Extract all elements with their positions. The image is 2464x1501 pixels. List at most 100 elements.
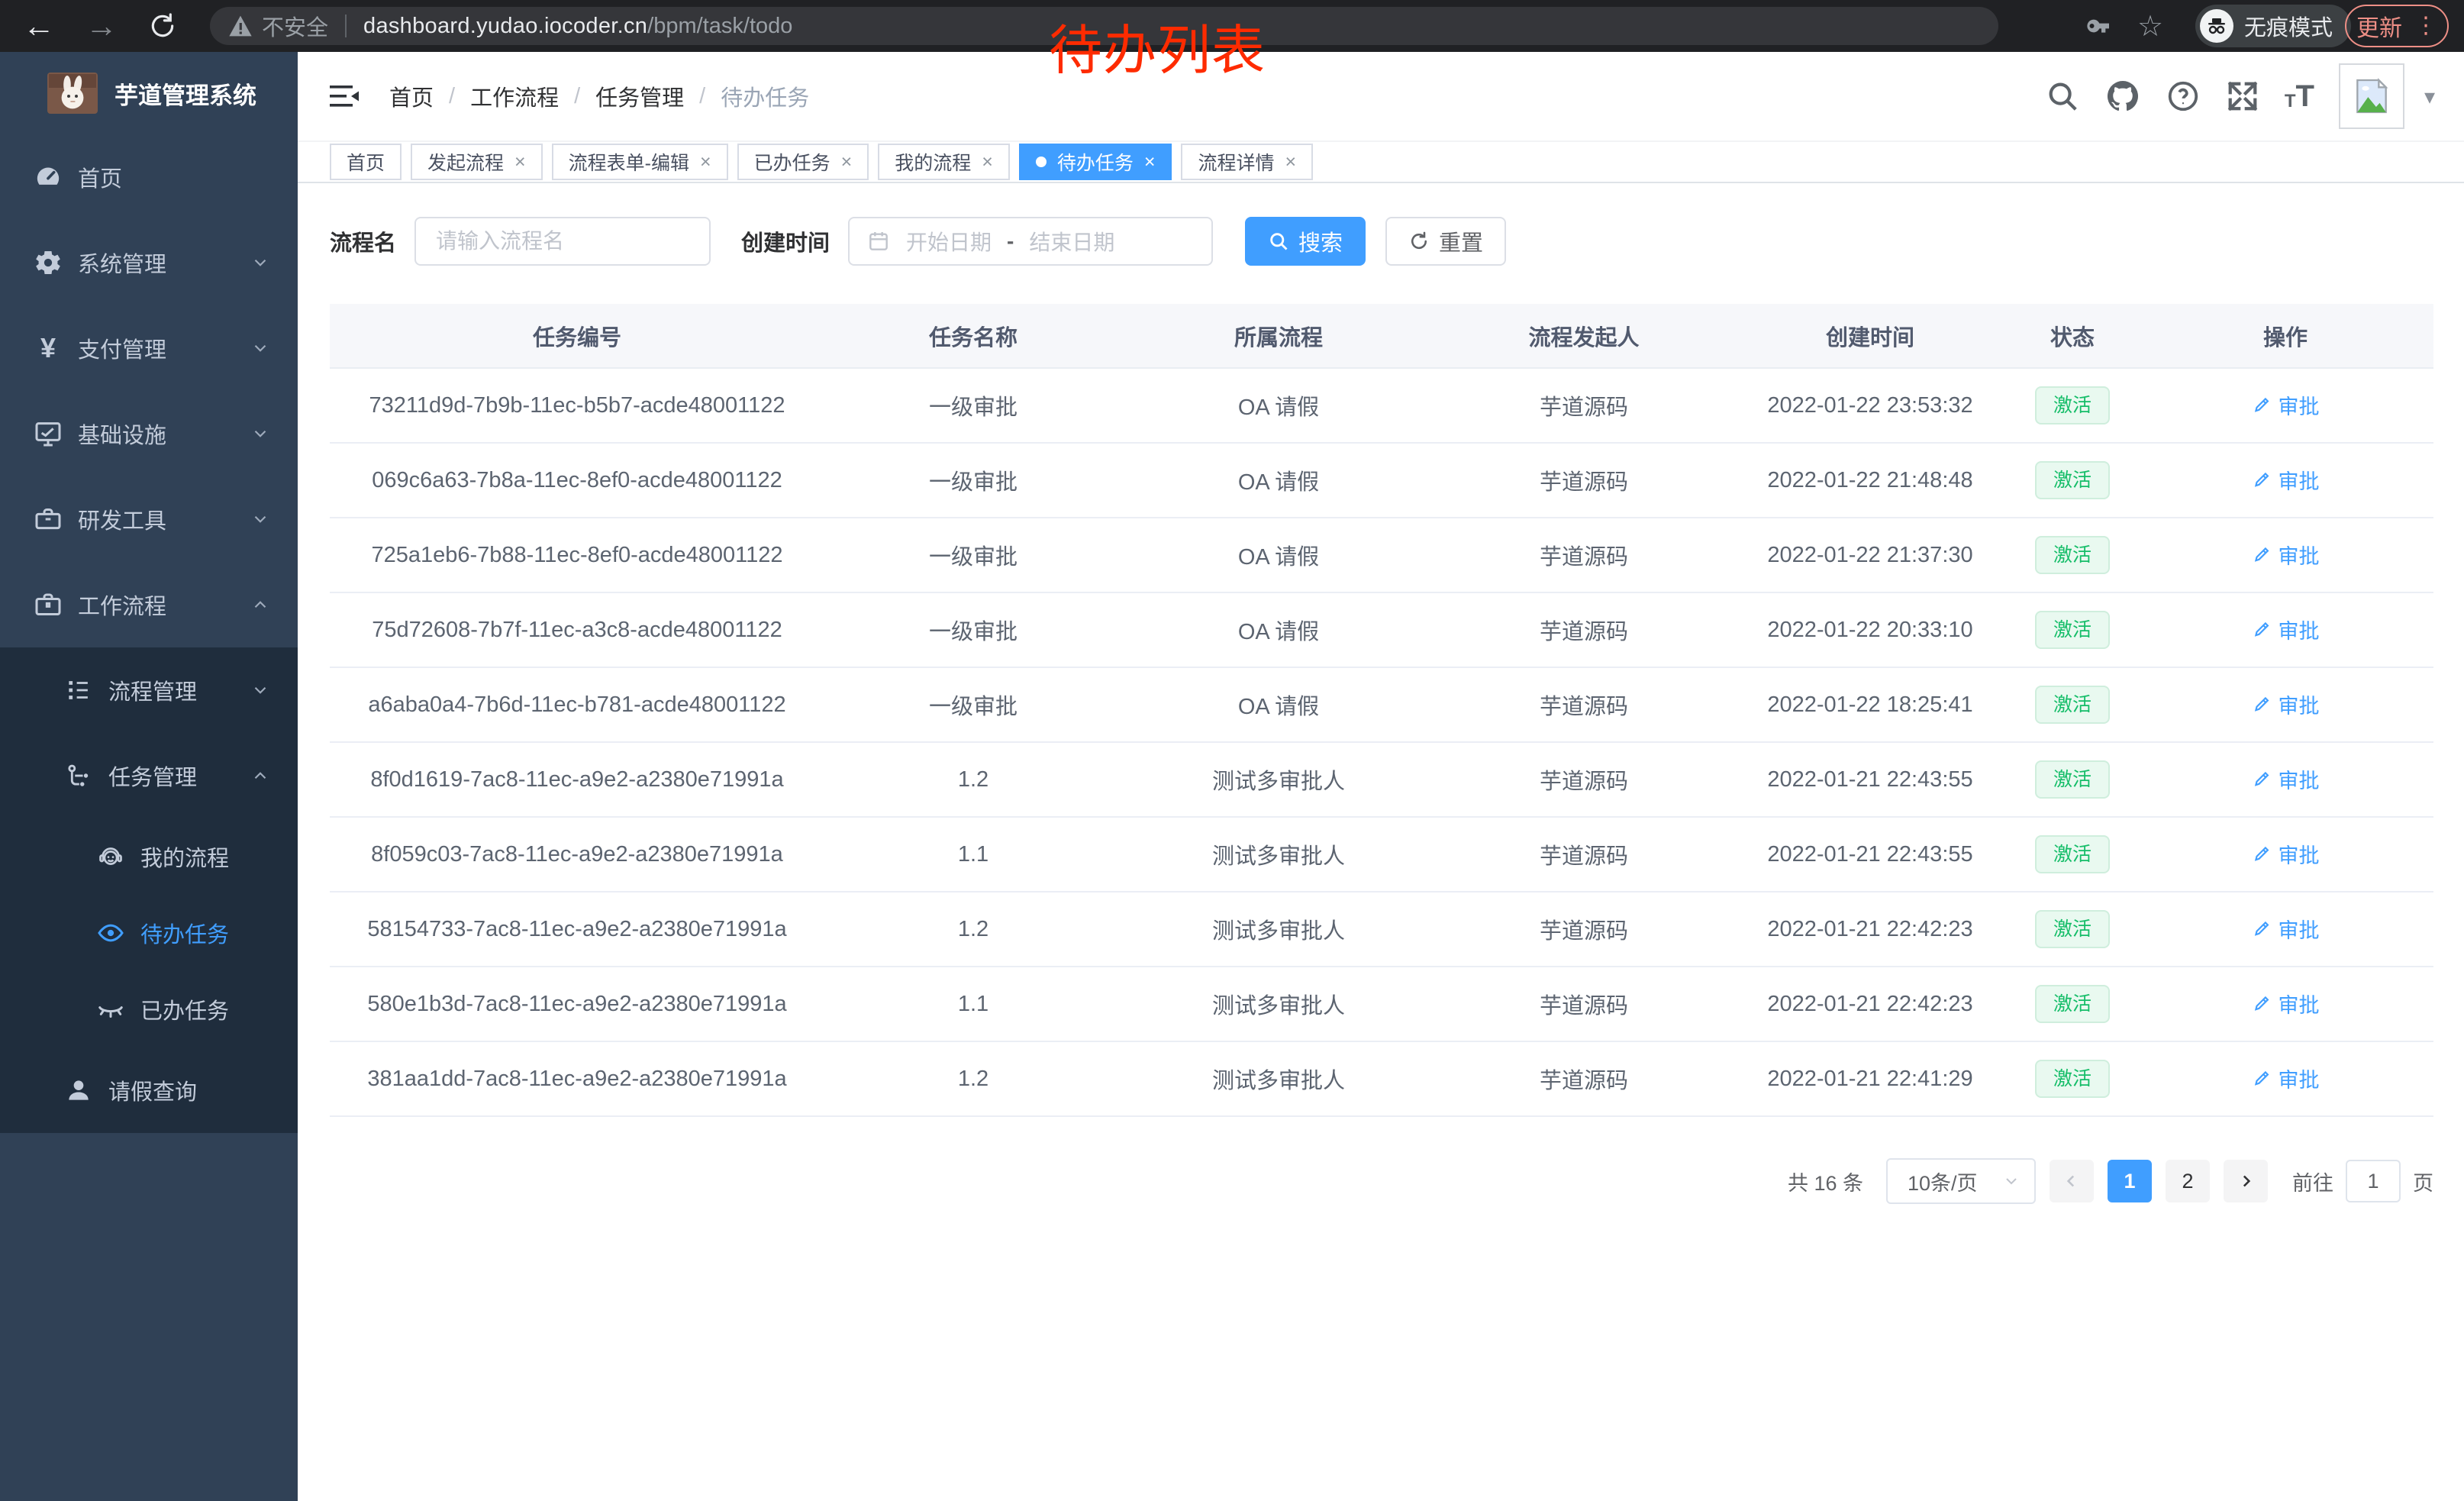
close-icon[interactable]: × [514,153,526,172]
tab-todo-tasks[interactable]: 待办任务× [1019,144,1172,180]
approve-button[interactable]: 审批 [2252,540,2320,570]
edit-pen-icon [2252,769,2272,789]
tab-home[interactable]: 首页 [330,144,402,180]
sidebar-item-task-management[interactable]: 任务管理 [0,733,298,818]
password-manager-button[interactable] [2082,0,2113,52]
table-row[interactable]: a6aba0a4-7b6d-11ec-b781-acde48001122 一级审… [330,667,2433,742]
tab-process-form-edit[interactable]: 流程表单-编辑× [552,144,728,180]
table-row[interactable]: 381aa1dd-7ac8-11ec-a9e2-a2380e71991a 1.2… [330,1041,2433,1116]
header-fullscreen-button[interactable] [2225,79,2260,114]
page-size-select[interactable]: 10条/页 [1886,1158,2036,1204]
prev-page-button[interactable] [2050,1160,2094,1202]
breadcrumb-home[interactable]: 首页 [389,80,434,112]
sidebar-item-leave-query[interactable]: 请假查询 [0,1047,298,1133]
date-range-picker[interactable]: 开始日期 - 结束日期 [848,217,1213,266]
sidebar-logo-row[interactable]: 芋道管理系统 [0,52,298,134]
approve-button[interactable]: 审批 [2252,1064,2320,1093]
incognito-label: 无痕模式 [2244,10,2333,42]
process-name-input[interactable] [414,217,711,266]
sidebar-item-done-tasks[interactable]: 已办任务 [0,971,298,1047]
next-page-button[interactable] [2224,1160,2268,1202]
header-help-button[interactable] [2166,79,2201,114]
header-font-size-button[interactable]: TT [2285,84,2314,108]
sidebar-collapse-button[interactable] [328,82,362,111]
table-row[interactable]: 580e1b3d-7ac8-11ec-a9e2-a2380e71991a 1.1… [330,967,2433,1041]
header-github-button[interactable] [2104,78,2141,115]
tab-done-tasks[interactable]: 已办任务× [737,144,869,180]
table-row[interactable]: 75d72608-7b7f-11ec-a3c8-acde48001122 一级审… [330,592,2433,667]
close-icon[interactable]: × [700,153,711,172]
approve-button[interactable]: 审批 [2252,465,2320,495]
close-icon[interactable]: × [1285,153,1296,172]
sidebar-item-system[interactable]: 系统管理 [0,220,298,305]
cell-starter: 芋道源码 [1435,592,1733,667]
cell-task-name: 1.2 [824,1041,1122,1116]
page-button-1[interactable]: 1 [2108,1160,2152,1202]
approve-button[interactable]: 审批 [2252,390,2320,420]
approve-button[interactable]: 审批 [2252,839,2320,869]
table-row[interactable]: 069c6a63-7b8a-11ec-8ef0-acde48001122 一级审… [330,443,2433,518]
pagination-total: 共 16 条 [1788,1167,1863,1196]
table-row[interactable]: 725a1eb6-7b88-11ec-8ef0-acde48001122 一级审… [330,518,2433,592]
breadcrumb-workflow[interactable]: 工作流程 [470,80,559,112]
table-row[interactable]: 8f059c03-7ac8-11ec-a9e2-a2380e71991a 1.1… [330,817,2433,892]
search-button[interactable]: 搜索 [1245,217,1366,266]
status-badge: 激活 [2035,835,2110,874]
browser-back-button[interactable]: ← [23,10,55,42]
edit-pen-icon [2252,993,2272,1013]
status-badge: 激活 [2035,1060,2110,1099]
browser-forward-button[interactable]: → [85,10,118,42]
approve-button[interactable]: 审批 [2252,615,2320,644]
header-search-button[interactable] [2045,79,2080,114]
cell-task-id: 75d72608-7b7f-11ec-a3c8-acde48001122 [330,592,824,667]
face-icon [93,843,128,870]
sidebar-item-todo-tasks[interactable]: 待办任务 [0,895,298,971]
close-icon[interactable]: × [1144,153,1156,172]
edit-pen-icon [2252,470,2272,489]
cell-created: 2022-01-22 21:37:30 [1733,518,2008,592]
goto-page-input[interactable]: 1 [2346,1160,2401,1202]
approve-button[interactable]: 审批 [2252,764,2320,794]
table-row[interactable]: 8f0d1619-7ac8-11ec-a9e2-a2380e71991a 1.2… [330,742,2433,817]
close-icon[interactable]: × [982,153,993,172]
sidebar-item-home[interactable]: 首页 [0,134,298,220]
close-icon[interactable]: × [841,153,853,172]
update-label: 更新 [2356,9,2402,43]
approve-button[interactable]: 审批 [2252,689,2320,719]
tab-process-detail[interactable]: 流程详情× [1181,144,1313,180]
sidebar-item-workflow[interactable]: 工作流程 [0,562,298,647]
security-chip[interactable]: 不安全 [228,10,328,42]
filter-bar: 流程名 创建时间 开始日期 - 结束日期 搜索 重置 [330,217,2433,266]
goto-suffix: 页 [2413,1167,2433,1196]
approve-button[interactable]: 审批 [2252,914,2320,944]
approve-button[interactable]: 审批 [2252,989,2320,1018]
pagination: 共 16 条 10条/页 1 2 前往 1 页 [330,1158,2433,1204]
cell-task-id: 8f0d1619-7ac8-11ec-a9e2-a2380e71991a [330,742,824,817]
tab-my-process[interactable]: 我的流程× [878,144,1010,180]
sidebar-item-infrastructure[interactable]: 基础设施 [0,391,298,476]
sidebar-item-process-management[interactable]: 流程管理 [0,647,298,733]
avatar-caret-icon[interactable]: ▾ [2424,84,2435,109]
tab-start-process[interactable]: 发起流程× [411,144,543,180]
reset-button[interactable]: 重置 [1385,217,1506,266]
page-button-2[interactable]: 2 [2166,1160,2210,1202]
column-header-status: 状态 [2008,304,2137,368]
sidebar-item-my-process[interactable]: 我的流程 [0,818,298,895]
status-badge: 激活 [2035,910,2110,949]
column-header-task-name: 任务名称 [824,304,1122,368]
annotation-todo-list: 待办列表 [1049,8,1266,85]
browser-reload-button[interactable] [148,11,177,40]
breadcrumb-separator: / [699,84,705,109]
bookmark-star-button[interactable]: ☆ [2137,0,2163,52]
breadcrumb-task-management[interactable]: 任务管理 [595,80,684,112]
sidebar-item-dev-tools[interactable]: 研发工具 [0,476,298,562]
avatar[interactable] [2339,63,2404,129]
table-row[interactable]: 58154733-7ac8-11ec-a9e2-a2380e71991a 1.2… [330,892,2433,967]
sidebar-item-payment[interactable]: ¥ 支付管理 [0,305,298,391]
approve-label: 审批 [2279,615,2320,644]
yen-icon: ¥ [31,332,66,364]
table-row[interactable]: 73211d9d-7b9b-11ec-b5b7-acde48001122 一级审… [330,368,2433,443]
approve-label: 审批 [2279,764,2320,794]
browser-update-menu-button[interactable]: 更新 ⋮ [2345,5,2449,47]
sidebar-item-label: 系统管理 [78,247,166,279]
